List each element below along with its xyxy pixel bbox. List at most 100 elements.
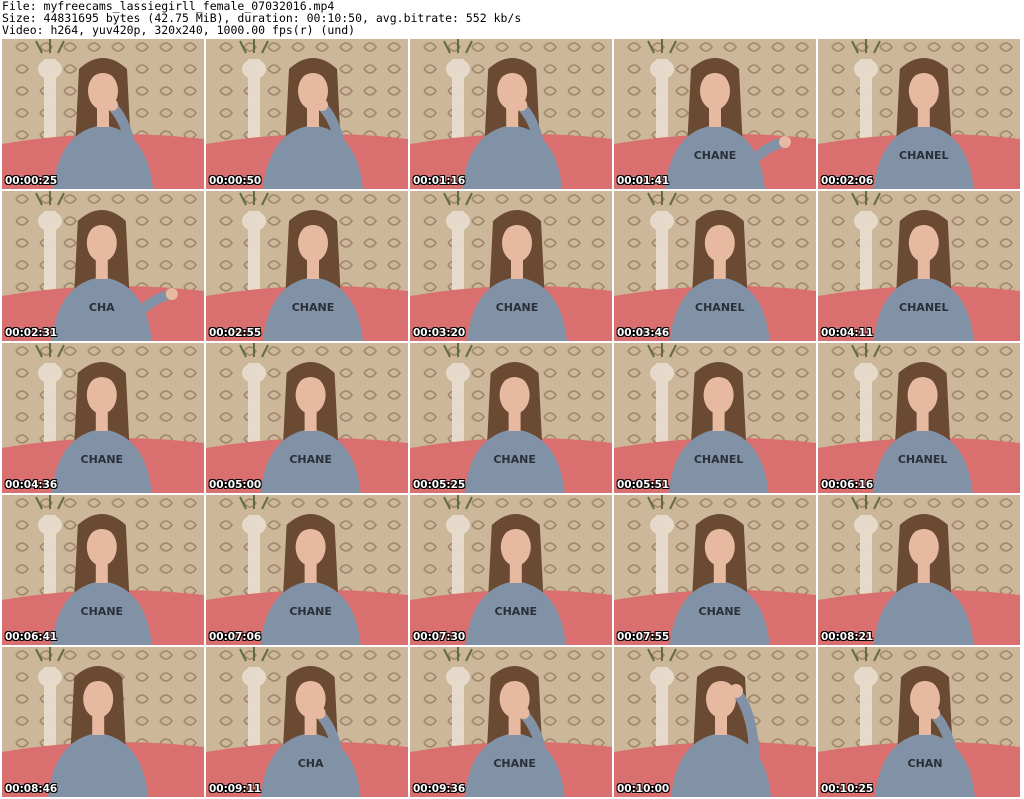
face <box>86 224 117 262</box>
timestamp-label: 00:07:06 <box>209 631 262 643</box>
timestamp-label: 00:07:30 <box>413 631 466 643</box>
video-thumbnail: CHANE 00:05:00 <box>206 343 408 493</box>
timestamp-label: 00:03:46 <box>617 327 670 339</box>
video-line: Video: h264, yuv420p, 320x240, 1000.00 f… <box>2 23 356 37</box>
frame-scene: CHANE <box>410 191 612 341</box>
frame-scene: CHANEL <box>818 343 1020 493</box>
sweater-print: CHAN <box>908 757 943 770</box>
face <box>83 680 114 718</box>
video-thumbnail: CHANE 00:07:30 <box>410 495 612 645</box>
timestamp-label: 00:00:50 <box>209 175 262 187</box>
video-thumbnail: CHANE 00:01:41 <box>614 39 816 189</box>
frame-scene: CHANE <box>410 495 612 645</box>
video-thumbnail: CHAN 00:10:25 <box>818 647 1020 797</box>
video-thumbnail: 00:08:46 <box>2 647 204 797</box>
frame-scene: CHANE <box>2 343 204 493</box>
frame-scene: CHANE <box>614 495 816 645</box>
face <box>295 528 326 566</box>
sweater-print: CHA <box>298 757 324 770</box>
frame-scene: CHANEL <box>614 343 816 493</box>
hand <box>313 707 326 719</box>
hand <box>729 684 743 698</box>
face <box>908 224 939 262</box>
face <box>298 224 328 262</box>
frame-scene: CHA <box>2 191 204 341</box>
frame-scene: CHANE <box>206 343 408 493</box>
face <box>500 528 531 566</box>
video-thumbnail: CHANE 00:07:06 <box>206 495 408 645</box>
sweater-print: CHANEL <box>898 453 948 466</box>
face <box>703 376 734 414</box>
video-thumbnail: CHANEL 00:06:16 <box>818 343 1020 493</box>
timestamp-label: 00:01:16 <box>413 175 466 187</box>
face <box>86 376 117 414</box>
frame-scene: CHANE <box>410 343 612 493</box>
face <box>499 376 530 414</box>
video-thumbnail: 00:08:21 <box>818 495 1020 645</box>
video-thumbnail: CHANEL 00:03:46 <box>614 191 816 341</box>
frame-scene: CHANE <box>410 647 612 797</box>
sweater-print: CHANE <box>496 301 539 314</box>
frame-scene: CHA <box>206 647 408 797</box>
face <box>86 528 117 566</box>
face <box>700 72 730 110</box>
video-thumbnail: 00:00:25 <box>2 39 204 189</box>
sweater-print: CHA <box>89 301 115 314</box>
video-thumbnail: CHANEL 00:04:11 <box>818 191 1020 341</box>
frame-scene <box>2 647 204 797</box>
frame-scene: CHANEL <box>818 191 1020 341</box>
timestamp-label: 00:03:20 <box>413 327 466 339</box>
video-thumbnail: 00:01:16 <box>410 39 612 189</box>
timestamp-label: 00:08:21 <box>821 631 874 643</box>
timestamp-label: 00:04:36 <box>5 479 58 491</box>
sweater-print: CHANE <box>81 453 124 466</box>
face <box>907 376 938 414</box>
frame-scene: CHANE <box>206 495 408 645</box>
hand <box>106 99 118 111</box>
timestamp-label: 00:05:51 <box>617 479 670 491</box>
timestamp-label: 00:06:41 <box>5 631 58 643</box>
video-thumbnail: CHANE 00:03:20 <box>410 191 612 341</box>
frame-scene <box>410 39 612 189</box>
timestamp-label: 00:00:25 <box>5 175 58 187</box>
timestamp-label: 00:10:00 <box>617 783 670 795</box>
sweater-print: CHANEL <box>694 453 744 466</box>
sweater-print: CHANEL <box>899 149 949 162</box>
frame-scene: CHANE <box>2 495 204 645</box>
face <box>502 224 532 262</box>
sweater-print: CHANE <box>493 453 536 466</box>
timestamp-label: 00:04:11 <box>821 327 874 339</box>
timestamp-label: 00:09:36 <box>413 783 466 795</box>
hand <box>515 99 528 111</box>
video-thumbnail: 00:10:00 <box>614 647 816 797</box>
hand <box>165 288 178 300</box>
sweater-print: CHANE <box>289 453 332 466</box>
video-thumbnail: CHA 00:09:11 <box>206 647 408 797</box>
thumbnail-grid: 00:00:25 00:00:50 00:01:16 CHANE 00:01:41… <box>0 38 1024 799</box>
sweater-print: CHANEL <box>695 301 745 314</box>
sweater-print: CHANE <box>292 301 335 314</box>
sweater-print: CHANE <box>694 149 737 162</box>
face <box>704 528 735 566</box>
timestamp-label: 00:07:55 <box>617 631 670 643</box>
timestamp-label: 00:09:11 <box>209 783 262 795</box>
frame-scene: CHANE <box>206 191 408 341</box>
hand <box>928 707 940 719</box>
sweater-print: CHANE <box>289 605 332 618</box>
video-thumbnail: CHA 00:02:31 <box>2 191 204 341</box>
frame-scene <box>206 39 408 189</box>
frame-scene: CHANEL <box>818 39 1020 189</box>
sweater-print: CHANE <box>81 605 124 618</box>
frame-scene: CHANEL <box>614 191 816 341</box>
sweater-print: CHANE <box>495 605 538 618</box>
video-thumbnail: CHANE 00:02:55 <box>206 191 408 341</box>
frame-scene <box>614 647 816 797</box>
timestamp-label: 00:06:16 <box>821 479 874 491</box>
sweater-print: CHANE <box>699 605 742 618</box>
frame-scene <box>2 39 204 189</box>
sweater-print: CHANE <box>493 757 536 770</box>
video-thumbnail: CHANEL 00:02:06 <box>818 39 1020 189</box>
face <box>295 376 326 414</box>
video-thumbnail: CHANE 00:06:41 <box>2 495 204 645</box>
timestamp-label: 00:10:25 <box>821 783 874 795</box>
